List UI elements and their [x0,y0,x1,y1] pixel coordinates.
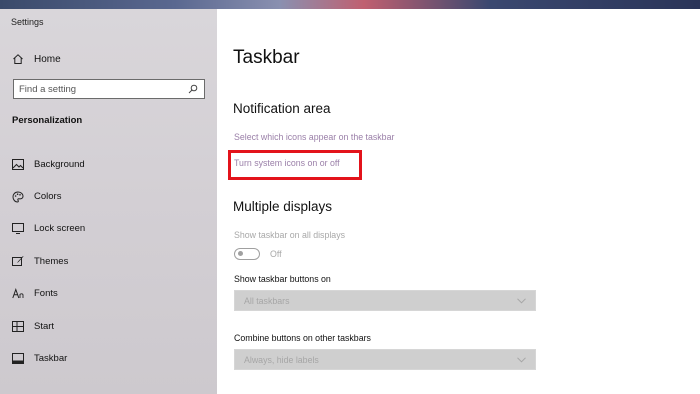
desktop-wallpaper-strip [0,0,700,9]
sidebar-item-taskbar[interactable]: Taskbar [0,342,217,374]
toggle-state-label: Off [270,249,282,259]
monitor-icon [11,222,25,236]
multiple-displays-heading: Multiple displays [233,199,333,214]
notification-area-heading: Notification area [233,101,331,116]
sidebar-item-colors[interactable]: Colors [0,180,217,212]
font-icon [11,287,25,301]
sidebar-item-label: Background [34,158,85,170]
chevron-down-icon [516,356,526,364]
sidebar-item-label: Lock screen [34,223,86,235]
highlight-box [228,150,362,180]
home-icon [11,52,25,66]
taskbar-icon [11,352,25,366]
sidebar-item-label: Themes [34,255,69,267]
page-title: Taskbar [233,47,300,68]
dropdown-value: All taskbars [244,295,290,306]
home-link[interactable]: Home [11,51,61,67]
sidebar-item-lock-screen[interactable]: Lock screen [0,213,217,245]
sidebar: Settings Home Personalization Background… [0,9,217,394]
search-box[interactable] [13,79,205,99]
search-input[interactable] [19,83,187,95]
sidebar-item-fonts[interactable]: Fonts [0,278,217,310]
search-icon[interactable] [187,83,199,95]
sidebar-item-themes[interactable]: Themes [0,245,217,277]
select-icons-link[interactable]: Select which icons appear on the taskbar [234,132,394,142]
sidebar-item-label: Fonts [34,288,58,300]
sidebar-item-start[interactable]: Start [0,310,217,342]
dropdown-value: Always, hide labels [244,354,319,365]
show-buttons-label: Show taskbar buttons on [234,274,331,284]
sidebar-nav: Background Colors Lock screen Themes Fon… [0,148,217,375]
section-title: Personalization [12,115,83,126]
combine-buttons-label: Combine buttons on other taskbars [234,333,371,343]
toggle-knob [237,251,243,256]
show-taskbar-all-displays-label: Show taskbar on all displays [234,230,345,240]
brush-icon [11,254,25,268]
picture-icon [11,157,25,171]
show-taskbar-toggle[interactable] [234,248,260,260]
sidebar-item-label: Colors [34,191,62,203]
sidebar-item-label: Start [34,320,55,332]
palette-icon [11,190,25,204]
sidebar-item-label: Taskbar [34,353,68,365]
show-buttons-dropdown[interactable]: All taskbars [234,290,536,311]
start-grid-icon [11,319,25,333]
sidebar-item-background[interactable]: Background [0,148,217,180]
window-title: Settings [11,17,44,27]
main-content: Taskbar Notification area Select which i… [217,9,700,394]
home-label: Home [34,53,61,65]
chevron-down-icon [516,297,526,305]
show-taskbar-toggle-row: Off [234,248,282,260]
combine-buttons-dropdown[interactable]: Always, hide labels [234,349,536,370]
